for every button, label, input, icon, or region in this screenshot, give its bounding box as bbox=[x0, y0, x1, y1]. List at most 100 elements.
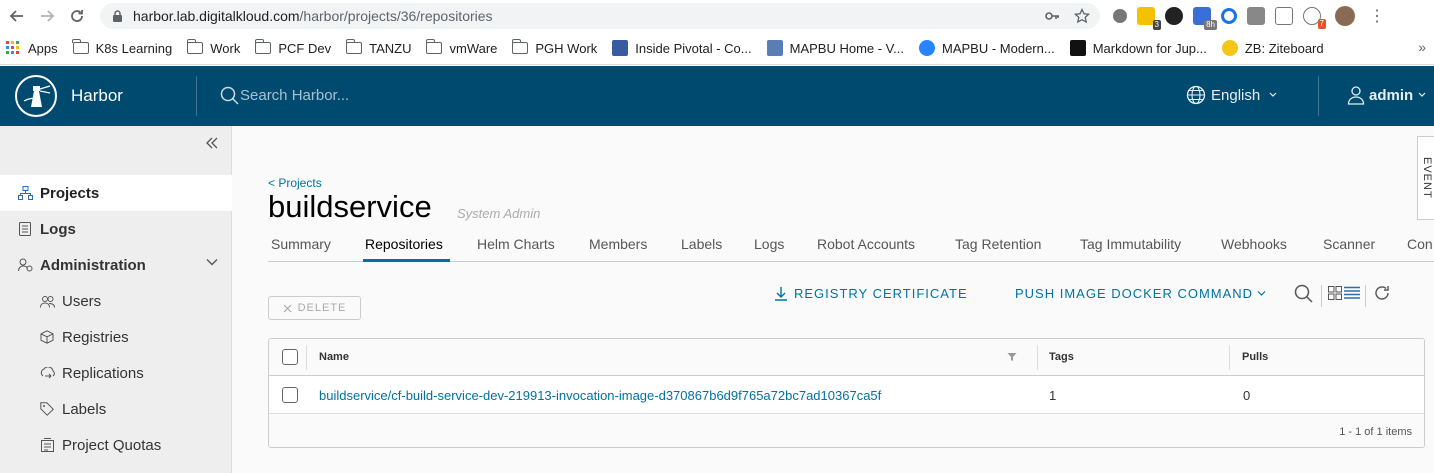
column-header-tags[interactable]: Tags bbox=[1049, 351, 1074, 363]
tab-labels[interactable]: Labels bbox=[681, 236, 722, 252]
extension-calendar-icon[interactable]: 8h bbox=[1193, 7, 1217, 30]
page-title: buildservice bbox=[268, 189, 432, 224]
filter-icon[interactable] bbox=[1007, 352, 1017, 362]
main-content: < Projects buildservice System Admin Sum… bbox=[232, 126, 1434, 473]
extension-edit-icon[interactable] bbox=[1275, 7, 1293, 25]
extension-star-icon[interactable] bbox=[1247, 7, 1265, 25]
extension-sync-icon[interactable] bbox=[1165, 7, 1183, 25]
administration-icon bbox=[17, 257, 33, 273]
sidebar-item-registries[interactable]: Registries bbox=[0, 319, 232, 355]
bookmark-pcf-dev[interactable]: PCF Dev bbox=[254, 39, 331, 56]
column-header-name[interactable]: Name bbox=[319, 351, 349, 363]
language-selector[interactable]: English bbox=[1186, 85, 1278, 105]
extension-notes-icon[interactable]: 3 bbox=[1137, 7, 1161, 30]
harbor-logo-icon[interactable] bbox=[15, 75, 57, 117]
url-path: /harbor/projects/36/repositories bbox=[299, 8, 493, 24]
repositories-table: Name Tags Pulls buildservice/cf-build-se… bbox=[268, 338, 1425, 448]
bookmark-tanzu[interactable]: TANZU bbox=[345, 39, 411, 56]
search-icon[interactable] bbox=[1294, 284, 1314, 304]
url-host: harbor.lab.digitalkloud.com bbox=[133, 8, 300, 24]
globe-icon bbox=[1186, 85, 1206, 105]
bookmarks-bar: Apps K8s Learning Work PCF Dev TANZU vmW… bbox=[0, 32, 1434, 65]
bookmark-vmware[interactable]: vmWare bbox=[425, 39, 497, 56]
bookmarks-overflow-icon[interactable]: » bbox=[1418, 39, 1426, 55]
bookmark-pgh-work[interactable]: PGH Work bbox=[511, 39, 597, 56]
project-tabs: Summary Repositories Helm Charts Members… bbox=[268, 230, 1434, 262]
back-arrow-icon[interactable] bbox=[4, 3, 30, 29]
extension-bug-icon[interactable]: 7 bbox=[1303, 7, 1326, 29]
bookmark-apps[interactable]: Apps bbox=[6, 41, 58, 56]
tab-scanner[interactable]: Scanner bbox=[1323, 236, 1375, 252]
profile-avatar[interactable] bbox=[1335, 6, 1355, 26]
back-to-projects-link[interactable]: < Projects bbox=[268, 176, 322, 190]
event-panel-tab[interactable]: EVENT bbox=[1417, 136, 1434, 220]
bookmark-mapbu-modern[interactable]: MAPBU - Modern... bbox=[919, 40, 1055, 56]
forward-arrow-icon[interactable] bbox=[34, 3, 60, 29]
repository-name-link[interactable]: buildservice/cf-build-service-dev-219913… bbox=[319, 388, 881, 403]
sidebar-item-replications[interactable]: Replications bbox=[0, 355, 232, 391]
brand-name[interactable]: Harbor bbox=[71, 86, 123, 106]
extension-circle-icon[interactable] bbox=[1113, 9, 1127, 23]
select-all-checkbox[interactable] bbox=[282, 349, 298, 365]
bookmark-ziteboard[interactable]: ZB: Ziteboard bbox=[1221, 40, 1324, 56]
bookmark-markdown-jupyter[interactable]: Markdown for Jup... bbox=[1069, 40, 1207, 56]
browser-toolbar: harbor.lab.digitalkloud.com/harbor/proje… bbox=[0, 0, 1434, 32]
star-icon[interactable] bbox=[1074, 8, 1090, 24]
folder-icon bbox=[425, 39, 443, 54]
bookmark-mapbu-home[interactable]: MAPBU Home - V... bbox=[766, 40, 904, 56]
tab-webhooks[interactable]: Webhooks bbox=[1221, 236, 1287, 252]
card-view-icon[interactable] bbox=[1328, 286, 1342, 300]
registry-certificate-button[interactable]: REGISTRY CERTIFICATE bbox=[774, 286, 968, 301]
labels-icon bbox=[39, 401, 55, 417]
mapbu-home-icon bbox=[766, 40, 783, 56]
sidebar-item-labels[interactable]: Labels bbox=[0, 391, 232, 427]
refresh-icon[interactable] bbox=[1373, 284, 1391, 302]
sidebar-item-administration[interactable]: Administration bbox=[0, 247, 232, 283]
sidebar-item-logs[interactable]: Logs bbox=[0, 211, 232, 247]
bookmark-k8s-learning[interactable]: K8s Learning bbox=[72, 39, 172, 56]
column-divider bbox=[1229, 345, 1230, 370]
user-menu[interactable]: admin bbox=[1346, 85, 1427, 105]
bookmark-inside-pivotal[interactable]: Inside Pivotal - Co... bbox=[612, 40, 752, 56]
tab-logs[interactable]: Logs bbox=[754, 236, 784, 252]
download-icon bbox=[775, 287, 787, 301]
address-bar[interactable]: harbor.lab.digitalkloud.com/harbor/proje… bbox=[100, 3, 1100, 29]
header-divider bbox=[196, 76, 197, 116]
sidebar-item-users[interactable]: Users bbox=[0, 283, 232, 319]
table-header: Name Tags Pulls bbox=[269, 339, 1424, 376]
projects-icon bbox=[17, 185, 33, 201]
logs-icon bbox=[17, 221, 33, 237]
sidebar-item-projects[interactable]: Projects bbox=[0, 175, 232, 211]
collapse-sidebar-icon[interactable] bbox=[205, 136, 219, 154]
sidebar-item-project-quotas[interactable]: Project Quotas bbox=[0, 427, 232, 463]
tab-summary[interactable]: Summary bbox=[271, 236, 331, 252]
tab-members[interactable]: Members bbox=[589, 236, 647, 252]
lock-icon bbox=[113, 10, 122, 22]
reload-icon[interactable] bbox=[64, 3, 90, 29]
folder-icon bbox=[345, 39, 363, 54]
tab-tag-immutability[interactable]: Tag Immutability bbox=[1080, 236, 1181, 252]
key-icon[interactable] bbox=[1044, 8, 1060, 24]
chevron-down-icon bbox=[1257, 291, 1266, 296]
folder-icon bbox=[186, 39, 204, 54]
push-image-command-button[interactable]: PUSH IMAGE DOCKER COMMAND bbox=[1015, 286, 1266, 301]
tab-helm-charts[interactable]: Helm Charts bbox=[477, 236, 555, 252]
tab-repositories[interactable]: Repositories bbox=[365, 236, 443, 252]
ziteboard-icon bbox=[1221, 40, 1238, 56]
chevron-down-icon bbox=[1269, 92, 1277, 97]
user-icon bbox=[1347, 86, 1365, 105]
replications-icon bbox=[39, 365, 55, 381]
pagination-summary: 1 - 1 of 1 items bbox=[1339, 426, 1412, 438]
tab-robot-accounts[interactable]: Robot Accounts bbox=[817, 236, 915, 252]
sidebar: Projects Logs Administration Users Regis… bbox=[0, 126, 232, 473]
browser-menu-icon[interactable]: ⋮ bbox=[1369, 6, 1385, 26]
tab-tag-retention[interactable]: Tag Retention bbox=[955, 236, 1041, 252]
tab-configuration[interactable]: Con bbox=[1407, 236, 1433, 252]
list-view-icon[interactable] bbox=[1344, 286, 1360, 300]
extension-ring-icon[interactable] bbox=[1221, 8, 1237, 24]
row-checkbox[interactable] bbox=[282, 387, 298, 403]
column-header-pulls[interactable]: Pulls bbox=[1242, 351, 1268, 363]
delete-button[interactable]: DELETE bbox=[268, 296, 361, 320]
global-search-input[interactable] bbox=[240, 87, 540, 104]
bookmark-work[interactable]: Work bbox=[186, 39, 240, 56]
